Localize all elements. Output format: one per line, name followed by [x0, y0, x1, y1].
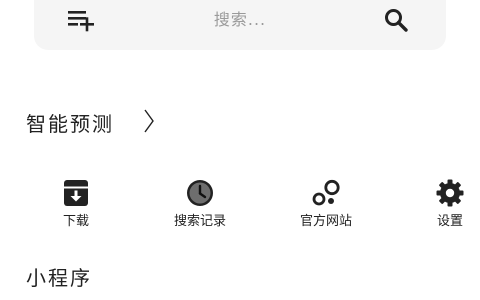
bubbles-icon [278, 178, 374, 208]
download-box-icon [28, 178, 124, 208]
gear-icon [402, 178, 480, 208]
quick-action-label: 官方网站 [299, 214, 352, 229]
quick-action-label: 搜索记录 [173, 214, 226, 229]
search-bar[interactable]: 搜索... [34, 0, 446, 50]
quick-action-search-history[interactable]: 搜索记录 [152, 178, 248, 232]
quick-action-settings[interactable]: 设置 [402, 178, 480, 232]
quick-action-official-website[interactable]: 官方网站 [278, 178, 374, 232]
quick-action-label: 设置 [436, 214, 463, 229]
section-title-mini-programs: 小程序 [26, 266, 92, 290]
search-icon[interactable] [382, 6, 410, 34]
quick-action-download[interactable]: 下载 [28, 178, 124, 232]
quick-action-label: 下载 [62, 214, 89, 229]
home-screen: 搜索... 智能预测 下载 搜索记录 官方网站 设置 小程序 [0, 0, 480, 300]
chevron-right-icon[interactable] [142, 108, 156, 134]
section-title-smart-prediction: 智能预测 [26, 112, 114, 136]
clock-icon [152, 178, 248, 208]
